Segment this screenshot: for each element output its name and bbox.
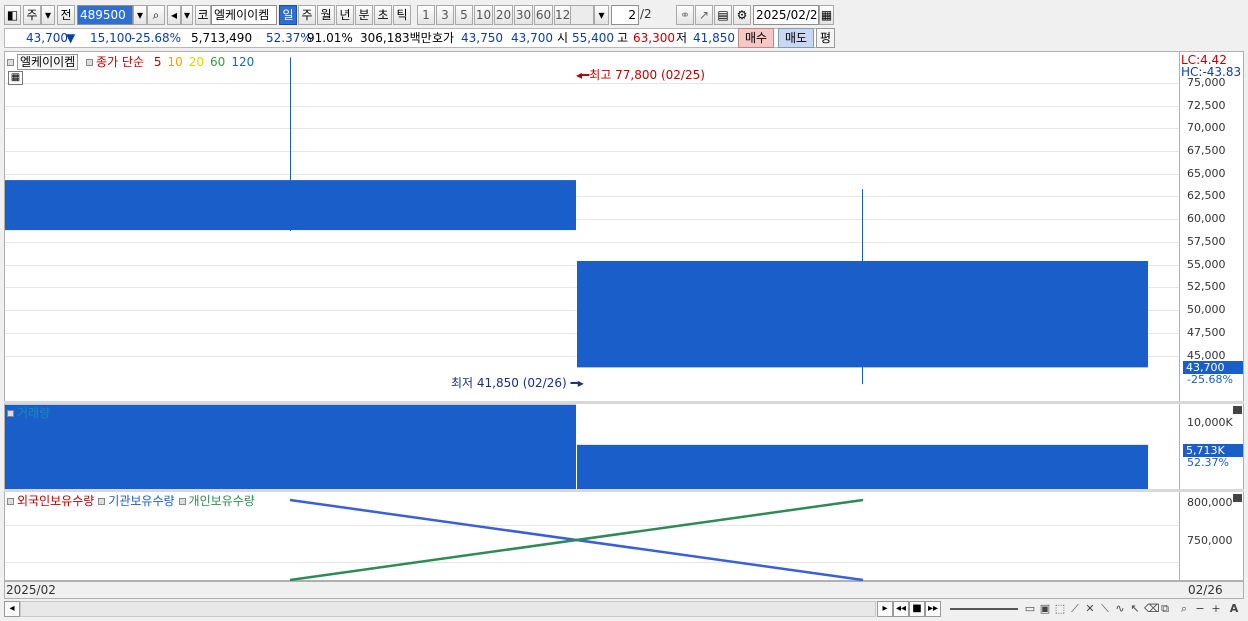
forward-icon[interactable]: ▸▸: [925, 601, 941, 617]
zoom-icon[interactable]: ⌕: [1178, 603, 1190, 615]
scroll-left-icon[interactable]: ◂: [4, 601, 20, 617]
x-axis-bar: 2025/02 02/26: [4, 581, 1244, 599]
zoom-slider[interactable]: [950, 608, 1018, 610]
trend-icon[interactable]: ⟋: [1069, 603, 1081, 615]
right-arrow-icon: ━▸: [566, 376, 584, 390]
holdings-legend: 외국인보유수량 기관보유수량 개인보유수량: [7, 492, 255, 509]
plus-icon[interactable]: +: [1210, 603, 1222, 615]
x-axis-right-label: 02/26: [1188, 583, 1223, 597]
legend-toggle-icon[interactable]: [98, 498, 106, 505]
holdings-tick-800k: 800,000: [1187, 496, 1233, 509]
line-tool-icon[interactable]: ⟍: [1099, 603, 1111, 615]
high-note: ◂━최고 77,800 (02/25): [576, 68, 705, 82]
panel-close-icon[interactable]: [1233, 406, 1242, 414]
wave-icon[interactable]: ∿: [1114, 603, 1126, 615]
holdings-legend-item: 기관보유수량: [108, 494, 175, 508]
layer-icon[interactable]: ⧉: [1159, 603, 1171, 615]
legend-toggle-icon[interactable]: [178, 498, 186, 505]
window-icon[interactable]: ▣: [1039, 603, 1051, 615]
region-icon[interactable]: ⬚: [1054, 603, 1066, 615]
font-size-icon[interactable]: A: [1228, 603, 1240, 615]
left-arrow-icon: ◂━: [576, 68, 590, 82]
volume-tick: 10,000K: [1187, 416, 1233, 429]
x-axis-left-label: 2025/02: [6, 583, 56, 597]
holdings-legend-item: 외국인보유수량: [17, 494, 95, 508]
scroll-right-icon[interactable]: ▸: [877, 601, 893, 617]
holdings-tick-750k: 750,000: [1187, 534, 1233, 547]
last-change-tag: -25.68%: [1187, 373, 1233, 386]
cursor-icon[interactable]: ↖: [1129, 603, 1141, 615]
holdings-legend-item: 개인보유수량: [188, 494, 255, 508]
chart-svg: [5, 57, 1148, 582]
low-note: 최저 41,850 (02/26) ━▸: [451, 376, 584, 390]
stop-icon[interactable]: ■: [909, 601, 925, 617]
scroll-track[interactable]: [20, 601, 876, 617]
volume-legend: 거래량: [7, 404, 50, 421]
cross-icon[interactable]: ✕: [1084, 603, 1096, 615]
volume-title: 거래량: [17, 406, 51, 420]
volume-bar[interactable]: [5, 404, 576, 489]
minus-icon[interactable]: −: [1194, 603, 1206, 615]
copy-icon[interactable]: ▭: [1024, 603, 1036, 615]
volume-last-pct: 52.37%: [1187, 456, 1229, 469]
panel-close-icon[interactable]: [1233, 494, 1242, 502]
candle-body[interactable]: [577, 261, 1148, 368]
panel-toggle-icon[interactable]: [7, 410, 14, 417]
candle-body[interactable]: [5, 180, 576, 231]
eraser-icon[interactable]: ⌫: [1144, 603, 1160, 615]
rewind-icon[interactable]: ◂◂: [893, 601, 909, 617]
legend-toggle-icon[interactable]: [7, 498, 14, 505]
volume-bar[interactable]: [577, 444, 1148, 489]
